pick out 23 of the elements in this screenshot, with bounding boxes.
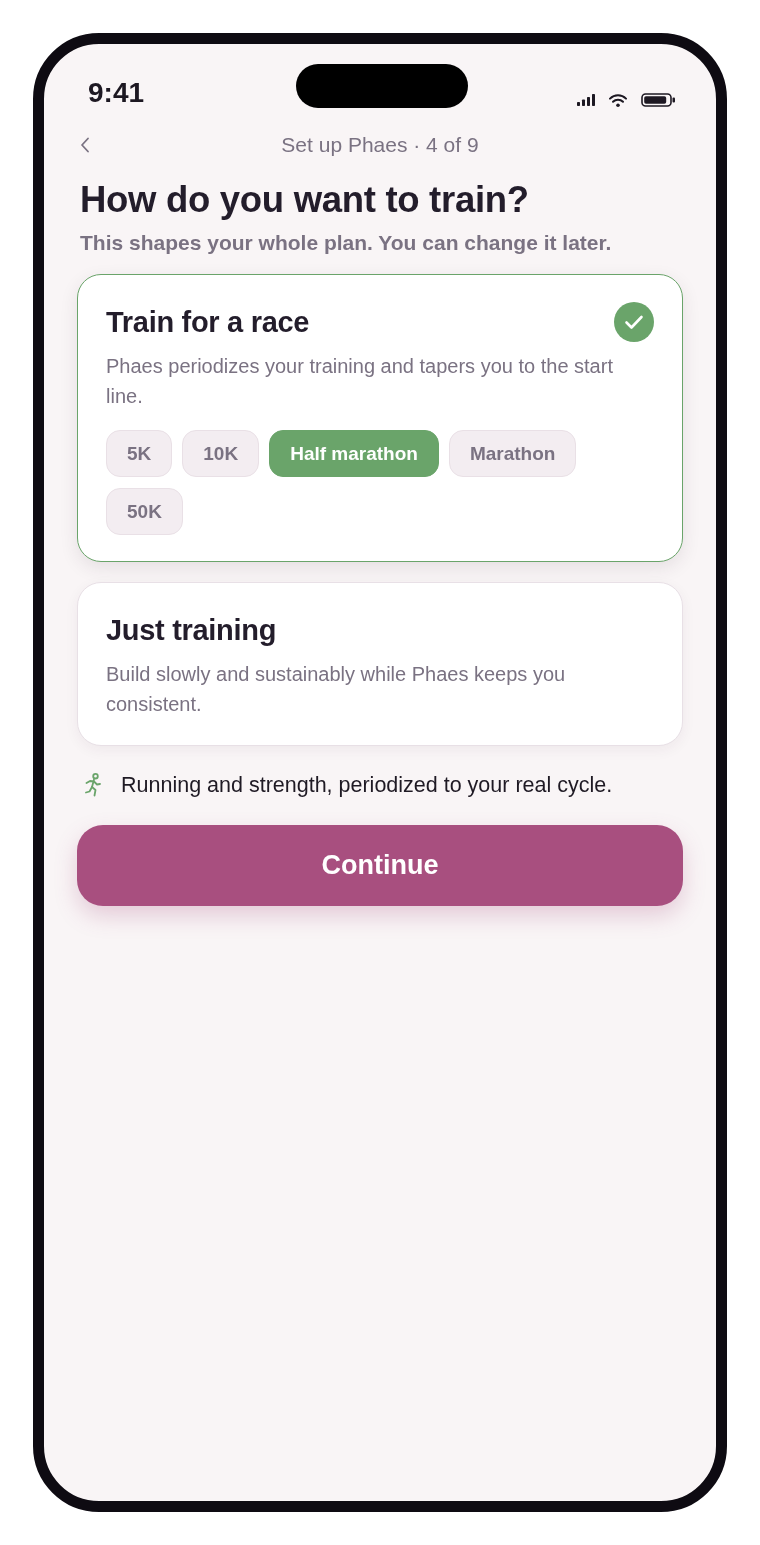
page-heading: How do you want to train? (80, 179, 530, 221)
wifi-icon (609, 93, 627, 107)
option-card[interactable]: Just training Build slowly and sustainably while Phaes keeps you consistent. (77, 582, 683, 746)
status-time: 9:41 (88, 77, 145, 109)
distance-chip[interactable]: Marathon (448, 430, 577, 477)
battery-icon (641, 93, 675, 107)
check-icon (614, 302, 654, 342)
continue-button[interactable]: Continue (77, 825, 683, 906)
distance-chip[interactable]: 50K (106, 488, 183, 535)
step-title: Set up Phaes · 4 of 9 (280, 133, 480, 157)
option-title: Just training (106, 613, 277, 647)
note-text: Running and strength, periodized to your real cycle. (121, 773, 613, 797)
option-title: Train for a race (106, 305, 310, 339)
distance-chip[interactable]: 10K (182, 430, 260, 477)
running-person-icon (85, 773, 101, 797)
chevron-left-icon[interactable] (80, 137, 90, 153)
option-description: Build slowly and sustainably while Phaes keeps you consistent. (106, 662, 567, 717)
distance-chip[interactable]: 5K (106, 430, 173, 477)
page-subtitle: This shapes your whole plan. You can change it later. (80, 230, 613, 256)
distance-chip[interactable]: Half marathon (269, 430, 439, 477)
option-card[interactable]: Train for a race Phaes periodizes your training and tapers you to the start line. 5K 10K Half marathon Marathon 50K (77, 274, 683, 562)
option-description: Phaes periodizes your training and tapers you to the start line. (106, 354, 614, 409)
signal-icon (577, 94, 595, 106)
